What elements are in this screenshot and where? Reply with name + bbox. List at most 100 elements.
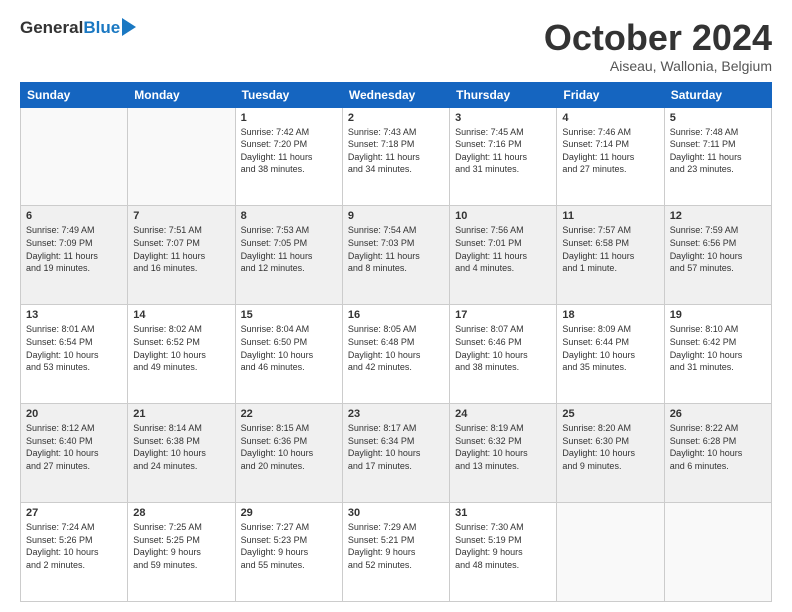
day-info: Sunrise: 8:02 AM Sunset: 6:52 PM Dayligh… (133, 323, 229, 373)
col-friday: Friday (557, 82, 664, 107)
col-sunday: Sunday (21, 82, 128, 107)
table-row: 15 Sunrise: 8:04 AM Sunset: 6:50 PM Dayli… (235, 305, 342, 404)
day-number: 12 (670, 210, 766, 222)
day-info: Sunrise: 8:04 AM Sunset: 6:50 PM Dayligh… (241, 323, 337, 373)
table-row: 23 Sunrise: 8:17 AM Sunset: 6:34 PM Dayli… (342, 404, 449, 503)
col-tuesday: Tuesday (235, 82, 342, 107)
page: GeneralBlue October 2024 Aiseau, Walloni… (0, 0, 792, 612)
table-row: 12 Sunrise: 7:59 AM Sunset: 6:56 PM Dayli… (664, 206, 771, 305)
day-number: 27 (26, 507, 122, 519)
calendar-week-row: 6 Sunrise: 7:49 AM Sunset: 7:09 PM Daylig… (21, 206, 772, 305)
day-number: 2 (348, 112, 444, 124)
day-number: 31 (455, 507, 551, 519)
table-row: 26Sunrise: 8:22 AM Sunset: 6:28 PM Dayli… (664, 404, 771, 503)
month-title: October 2024 (544, 18, 772, 58)
day-number: 24 (455, 408, 551, 420)
day-info: Sunrise: 8:19 AM Sunset: 6:32 PM Dayligh… (455, 422, 551, 472)
logo-arrow-icon (122, 18, 136, 36)
table-row: 30Sunrise: 7:29 AM Sunset: 5:21 PM Dayli… (342, 503, 449, 602)
day-number: 15 (241, 309, 337, 321)
table-row: 19 Sunrise: 8:10 AM Sunset: 6:42 PM Dayli… (664, 305, 771, 404)
table-row: 24 Sunrise: 8:19 AM Sunset: 6:32 PM Dayli… (450, 404, 557, 503)
table-row: 11 Sunrise: 7:57 AM Sunset: 6:58 PM Dayli… (557, 206, 664, 305)
day-number: 17 (455, 309, 551, 321)
table-row (21, 107, 128, 206)
day-info: Sunrise: 8:09 AM Sunset: 6:44 PM Dayligh… (562, 323, 658, 373)
calendar-header-row: Sunday Monday Tuesday Wednesday Thursday… (21, 82, 772, 107)
table-row: 20 Sunrise: 8:12 AM Sunset: 6:40 PM Dayli… (21, 404, 128, 503)
day-info: Sunrise: 8:01 AM Sunset: 6:54 PM Dayligh… (26, 323, 122, 373)
day-number: 19 (670, 309, 766, 321)
day-info: Sunrise: 7:42 AM Sunset: 7:20 PM Dayligh… (241, 126, 337, 176)
table-row: 9Sunrise: 7:54 AM Sunset: 7:03 PM Daylig… (342, 206, 449, 305)
logo-text: GeneralBlue (20, 18, 120, 38)
day-number: 22 (241, 408, 337, 420)
table-row (664, 503, 771, 602)
table-row: 18 Sunrise: 8:09 AM Sunset: 6:44 PM Dayli… (557, 305, 664, 404)
logo: GeneralBlue (20, 18, 136, 38)
day-info: Sunrise: 7:30 AM Sunset: 5:19 PM Dayligh… (455, 521, 551, 571)
day-number: 25 (562, 408, 658, 420)
day-info: Sunrise: 8:17 AM Sunset: 6:34 PM Dayligh… (348, 422, 444, 472)
day-info: Sunrise: 7:53 AM Sunset: 7:05 PM Dayligh… (241, 224, 337, 274)
table-row: 22 Sunrise: 8:15 AM Sunset: 6:36 PM Dayli… (235, 404, 342, 503)
table-row: 4 Sunrise: 7:46 AM Sunset: 7:14 PM Daylig… (557, 107, 664, 206)
day-info: Sunrise: 7:57 AM Sunset: 6:58 PM Dayligh… (562, 224, 658, 274)
header: GeneralBlue October 2024 Aiseau, Walloni… (20, 18, 772, 74)
col-wednesday: Wednesday (342, 82, 449, 107)
table-row: 28Sunrise: 7:25 AM Sunset: 5:25 PM Dayli… (128, 503, 235, 602)
table-row: 10 Sunrise: 7:56 AM Sunset: 7:01 PM Dayli… (450, 206, 557, 305)
calendar-week-row: 27 Sunrise: 7:24 AM Sunset: 5:26 PM Dayli… (21, 503, 772, 602)
day-number: 5 (670, 112, 766, 124)
calendar-week-row: 20 Sunrise: 8:12 AM Sunset: 6:40 PM Dayli… (21, 404, 772, 503)
day-info: Sunrise: 7:46 AM Sunset: 7:14 PM Dayligh… (562, 126, 658, 176)
table-row: 16Sunrise: 8:05 AM Sunset: 6:48 PM Dayli… (342, 305, 449, 404)
day-info: Sunrise: 7:48 AM Sunset: 7:11 PM Dayligh… (670, 126, 766, 176)
day-number: 11 (562, 210, 658, 222)
calendar-week-row: 13Sunrise: 8:01 AM Sunset: 6:54 PM Dayli… (21, 305, 772, 404)
day-info: Sunrise: 8:15 AM Sunset: 6:36 PM Dayligh… (241, 422, 337, 472)
day-info: Sunrise: 8:20 AM Sunset: 6:30 PM Dayligh… (562, 422, 658, 472)
table-row: 21Sunrise: 8:14 AM Sunset: 6:38 PM Dayli… (128, 404, 235, 503)
table-row: 13Sunrise: 8:01 AM Sunset: 6:54 PM Dayli… (21, 305, 128, 404)
day-info: Sunrise: 7:24 AM Sunset: 5:26 PM Dayligh… (26, 521, 122, 571)
day-info: Sunrise: 8:10 AM Sunset: 6:42 PM Dayligh… (670, 323, 766, 373)
day-number: 29 (241, 507, 337, 519)
table-row: 5 Sunrise: 7:48 AM Sunset: 7:11 PM Daylig… (664, 107, 771, 206)
day-info: Sunrise: 8:12 AM Sunset: 6:40 PM Dayligh… (26, 422, 122, 472)
col-thursday: Thursday (450, 82, 557, 107)
day-info: Sunrise: 7:43 AM Sunset: 7:18 PM Dayligh… (348, 126, 444, 176)
day-number: 8 (241, 210, 337, 222)
table-row: 7Sunrise: 7:51 AM Sunset: 7:07 PM Daylig… (128, 206, 235, 305)
day-number: 10 (455, 210, 551, 222)
table-row: 17Sunrise: 8:07 AM Sunset: 6:46 PM Dayli… (450, 305, 557, 404)
day-number: 20 (26, 408, 122, 420)
table-row: 6 Sunrise: 7:49 AM Sunset: 7:09 PM Daylig… (21, 206, 128, 305)
table-row: 3 Sunrise: 7:45 AM Sunset: 7:16 PM Daylig… (450, 107, 557, 206)
table-row: 31 Sunrise: 7:30 AM Sunset: 5:19 PM Dayli… (450, 503, 557, 602)
calendar-week-row: 1 Sunrise: 7:42 AM Sunset: 7:20 PM Daylig… (21, 107, 772, 206)
day-number: 4 (562, 112, 658, 124)
day-number: 6 (26, 210, 122, 222)
table-row: 1 Sunrise: 7:42 AM Sunset: 7:20 PM Daylig… (235, 107, 342, 206)
day-info: Sunrise: 7:49 AM Sunset: 7:09 PM Dayligh… (26, 224, 122, 274)
day-info: Sunrise: 7:59 AM Sunset: 6:56 PM Dayligh… (670, 224, 766, 274)
day-number: 28 (133, 507, 229, 519)
title-section: October 2024 Aiseau, Wallonia, Belgium (544, 18, 772, 74)
logo-general: General (20, 18, 83, 37)
day-info: Sunrise: 7:45 AM Sunset: 7:16 PM Dayligh… (455, 126, 551, 176)
table-row: 2 Sunrise: 7:43 AM Sunset: 7:18 PM Daylig… (342, 107, 449, 206)
day-number: 18 (562, 309, 658, 321)
table-row: 29Sunrise: 7:27 AM Sunset: 5:23 PM Dayli… (235, 503, 342, 602)
table-row: 8 Sunrise: 7:53 AM Sunset: 7:05 PM Daylig… (235, 206, 342, 305)
day-number: 1 (241, 112, 337, 124)
day-number: 14 (133, 309, 229, 321)
logo-blue: Blue (83, 18, 120, 37)
day-number: 23 (348, 408, 444, 420)
col-saturday: Saturday (664, 82, 771, 107)
day-number: 3 (455, 112, 551, 124)
day-info: Sunrise: 8:14 AM Sunset: 6:38 PM Dayligh… (133, 422, 229, 472)
day-number: 30 (348, 507, 444, 519)
day-info: Sunrise: 7:51 AM Sunset: 7:07 PM Dayligh… (133, 224, 229, 274)
day-info: Sunrise: 7:56 AM Sunset: 7:01 PM Dayligh… (455, 224, 551, 274)
